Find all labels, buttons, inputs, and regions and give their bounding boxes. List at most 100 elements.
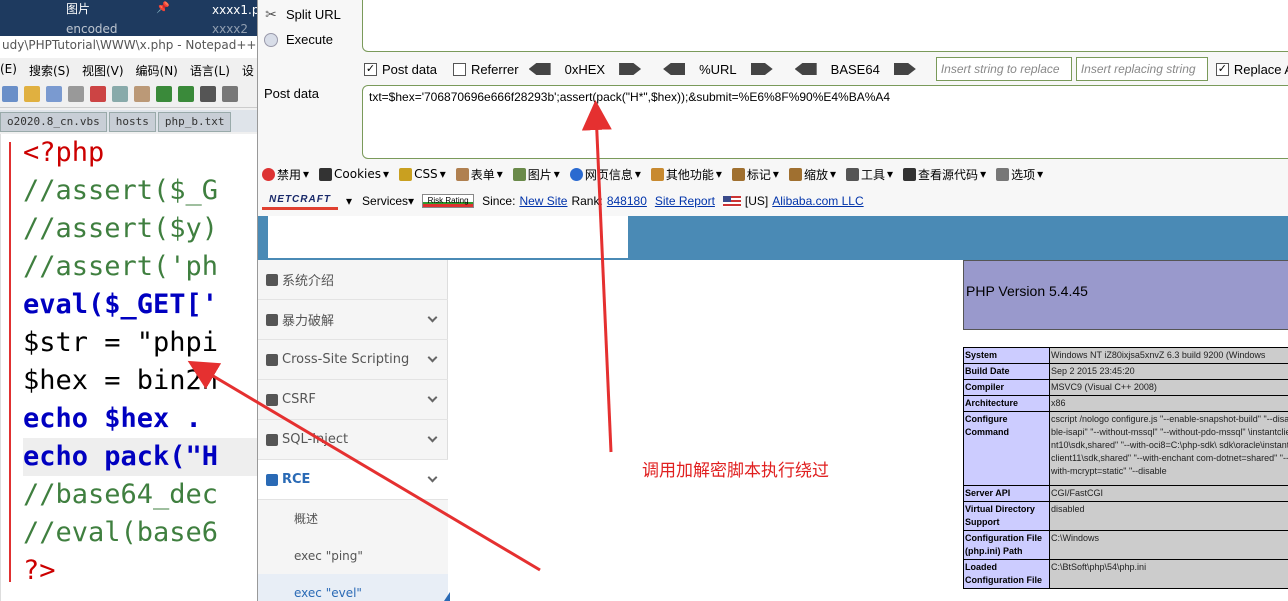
replace-icon[interactable] [222,86,238,102]
url-textarea[interactable] [362,0,1288,52]
wd-options[interactable]: 选项 ▾ [996,166,1043,183]
menu-search[interactable]: 搜索(S) [29,62,70,82]
row-key: Configure Command [963,411,1050,486]
split-url-button[interactable]: ✂ Split URL [264,6,341,23]
hex-decode-button[interactable] [528,63,551,75]
tab-vbs[interactable]: o2020.8_cn.vbs [0,112,107,132]
menu-settings[interactable]: 设 [242,62,254,82]
sidebar-item-label: 系统介绍 [282,274,335,289]
forms-icon [455,167,469,181]
tab-hosts[interactable]: hosts [108,112,156,132]
redo-icon[interactable] [178,86,194,102]
code-line: ?> [23,555,56,586]
explorer-item[interactable]: 图片 [66,0,90,17]
post-data-textarea[interactable]: txt=$hex='706870696e666f28293b';assert(p… [362,85,1288,159]
wd-images[interactable]: 图片 ▾ [512,166,560,183]
rank-link[interactable]: 848180 [607,194,647,208]
paste-icon[interactable] [134,86,150,102]
url-encode-button[interactable] [750,63,773,75]
wd-outline[interactable]: 标记 ▾ [731,166,779,183]
row-key: Architecture [963,395,1050,412]
post-data-title: Post data [264,86,319,101]
cookies-icon [319,167,333,181]
code-line: echo pack("H [23,438,262,476]
undo-icon[interactable] [156,86,172,102]
table-row: System Windows NT iZ80ixjsa5xnvZ 6.3 buil… [963,347,1288,364]
row-key: Server API [963,485,1050,502]
services-label: Services [362,194,409,208]
info-icon [569,167,583,181]
wd-disable[interactable]: 禁用 ▾ [262,166,309,183]
host-link[interactable]: Alibaba.com LLC [772,194,863,208]
sidebar-item-bruteforce[interactable]: 暴力破解 [258,300,448,340]
sidebar-item-xss[interactable]: Cross-Site Scripting [258,340,448,380]
dropdown-icon[interactable]: ▾ [346,194,352,208]
hex-label: 0xHEX [564,61,606,77]
wd-cookies[interactable]: Cookies ▾ [319,167,389,181]
base64-encode-button[interactable] [893,63,916,75]
table-row: Compiler MSVC9 (Visual C++ 2008) [963,379,1288,396]
menu-view[interactable]: 视图(V) [82,62,124,82]
execute-button[interactable]: Execute [264,32,333,47]
sidebar-item-csrf[interactable]: CSRF [258,380,448,420]
file-item[interactable]: xxxx1.pl [212,3,263,17]
base64-decode-button[interactable] [794,63,817,75]
print-icon[interactable] [68,86,84,102]
menu-encoding[interactable]: 编码(N) [136,62,178,82]
referrer-label: Referrer [470,61,519,77]
code-editor[interactable]: <?php //assert($_G //assert($y) //assert… [0,134,262,601]
post-data-checkbox[interactable]: ✓ [364,62,377,76]
resize-icon [788,167,802,181]
wd-resize[interactable]: 缩放 ▾ [788,166,836,183]
file-item[interactable]: xxxx2 [212,22,248,36]
explorer-item[interactable]: encoded [66,22,118,36]
referrer-checkbox[interactable] [452,62,466,76]
site-report-link[interactable]: Site Report [655,194,715,208]
sidebar-sub-exec-eval[interactable]: exec "evel" [258,574,448,601]
services-menu[interactable]: Services▾ [362,194,414,208]
url-decode-button[interactable] [663,63,686,75]
netcraft-logo[interactable]: NETCRAFT [262,192,338,210]
tab-bar: o2020.8_cn.vbs hosts php_b.txt [0,110,262,132]
sidebar-sub-exec-ping[interactable]: exec "ping" [258,537,448,574]
php-version-header: PHP Version 5.4.45 [963,260,1288,330]
sidebar-item-sqli[interactable]: SQL-Inject [258,420,448,460]
menu-edit[interactable]: (E) [0,62,17,82]
code-line: eval($_GET[' [23,289,219,320]
save-icon[interactable] [46,86,62,102]
tag-icon [266,273,278,286]
wd-tools[interactable]: 工具 ▾ [846,166,893,183]
cut-icon[interactable] [90,86,106,102]
row-key: Virtual Directory Support [963,501,1050,531]
since-link[interactable]: New Site [519,194,567,208]
execute-icon [264,32,278,47]
code-line: //assert('ph [23,251,219,282]
wd-forms[interactable]: 表单 ▾ [455,166,503,183]
menu-language[interactable]: 语言(L) [190,62,230,82]
sidebar-item-intro[interactable]: 系统介绍 [258,260,448,300]
tab-php-b[interactable]: php_b.txt [157,112,232,132]
netcraft-toolbar: NETCRAFT ▾ Services▾ Risk Rating Since: … [258,188,1288,214]
code-line: echo $hex . [23,403,202,434]
copy-icon[interactable] [112,86,128,102]
wd-info[interactable]: 网页信息 ▾ [569,166,641,183]
wd-misc[interactable]: 其他功能 ▾ [650,166,722,183]
sidebar-sub-overview[interactable]: 概述 [258,500,448,537]
new-file-icon[interactable] [2,86,18,102]
wd-view-source[interactable]: 查看源代码 ▾ [903,166,986,183]
risk-rating-meter[interactable]: Risk Rating [422,194,475,208]
table-row: Architecture x86 [963,395,1288,412]
replace-string-input[interactable]: Insert replacing string [1075,57,1208,81]
wd-label: 标记 [746,167,771,182]
images-icon [512,167,526,181]
find-string-input[interactable]: Insert string to replace [935,57,1072,81]
open-file-icon[interactable] [24,86,40,102]
sidebar-item-rce[interactable]: RCE [258,460,448,500]
hex-encode-button[interactable] [619,63,642,75]
row-value: cscript /nologo configure.js "--enable-s… [1049,411,1288,486]
find-icon[interactable] [200,86,216,102]
replace-all-checkbox[interactable]: ✓ [1215,62,1229,76]
chevron-down-icon [427,432,438,443]
pin-icon[interactable]: 📌 [156,1,170,14]
wd-css[interactable]: CSS ▾ [399,167,446,181]
